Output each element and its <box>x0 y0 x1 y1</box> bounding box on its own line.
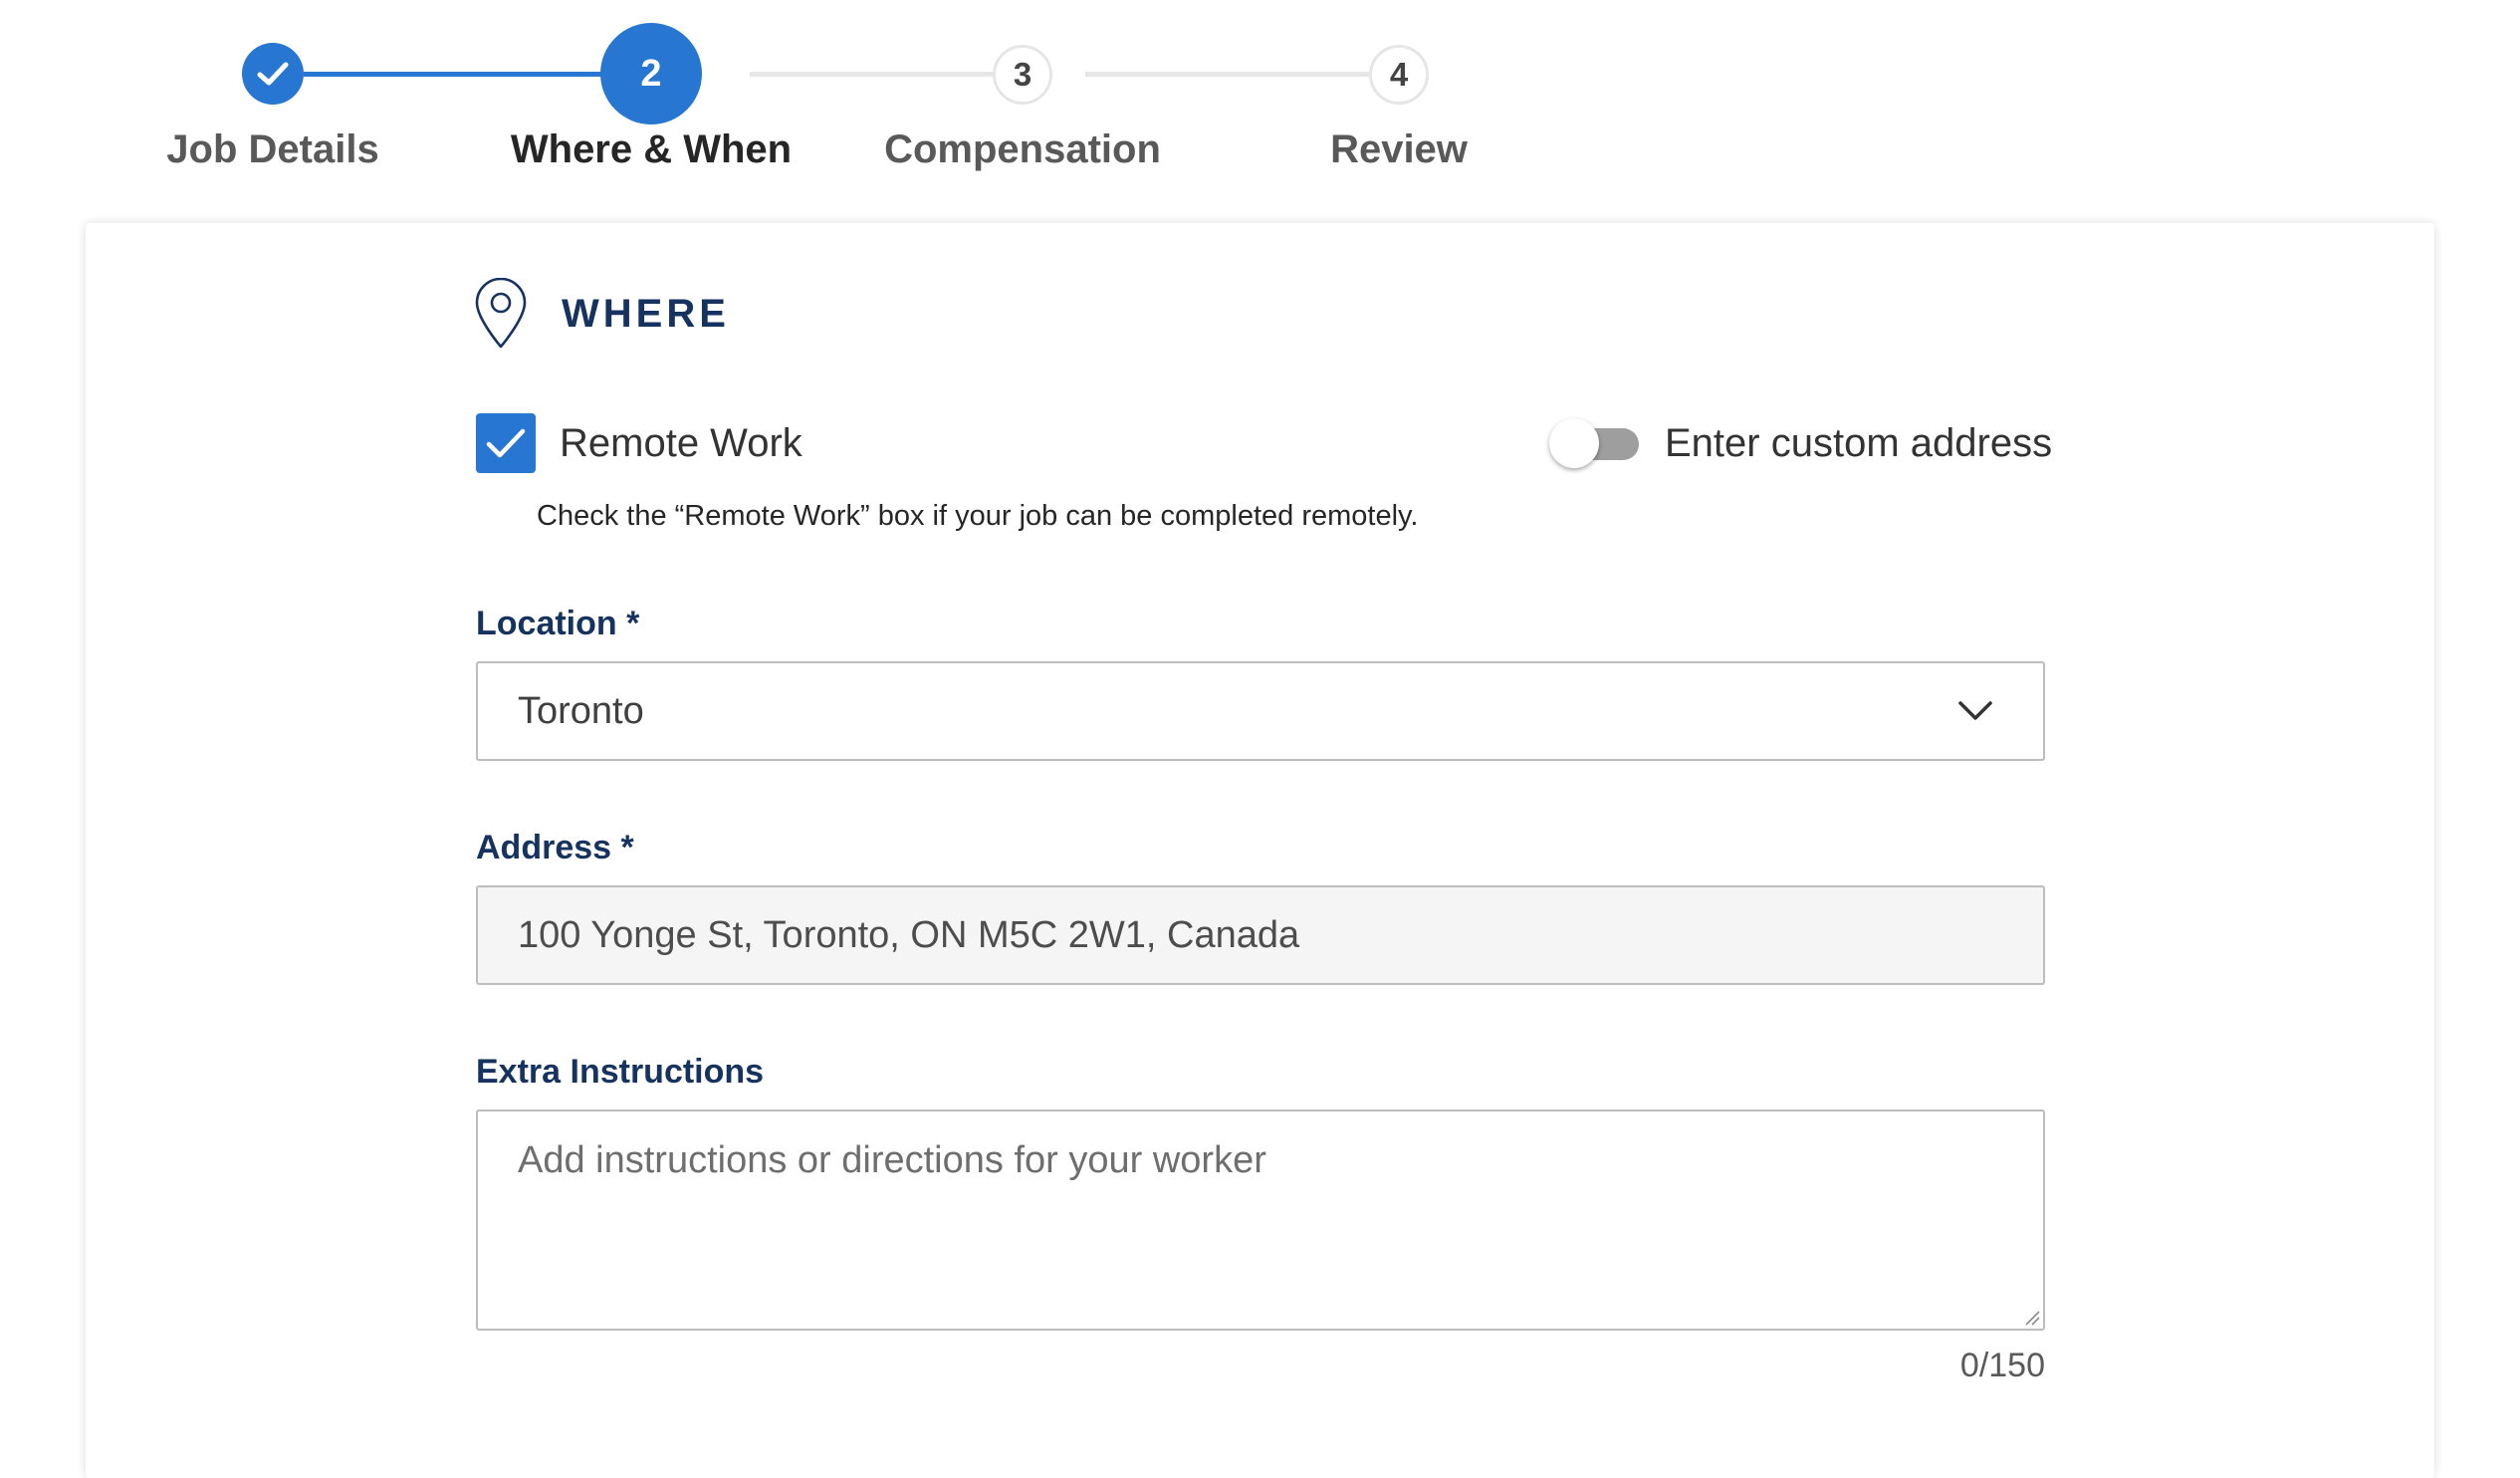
section-title: WHERE <box>562 291 730 336</box>
custom-address-label[interactable]: Enter custom address <box>1665 421 2052 466</box>
location-select[interactable]: Toronto <box>476 661 2045 761</box>
custom-address-row: Enter custom address <box>1549 418 2052 468</box>
extra-instructions-placeholder: Add instructions or directions for your … <box>518 1139 1266 1181</box>
address-field[interactable]: 100 Yonge St, Toronto, ON M5C 2W1, Canad… <box>476 885 2045 985</box>
step-connector-2-3 <box>750 72 1026 77</box>
where-section-header: WHERE <box>472 278 730 350</box>
remote-work-row: Remote Work <box>476 413 802 473</box>
progress-stepper: 2 3 4 Job Details Where & When Compensat… <box>0 0 2520 199</box>
location-label: Location * <box>476 605 640 642</box>
step-3-indicator[interactable]: 3 <box>993 45 1052 105</box>
checkmark-icon <box>486 428 526 458</box>
step-2-indicator[interactable]: 2 <box>600 23 702 124</box>
step-1-complete-indicator[interactable] <box>242 43 304 105</box>
step-4-label[interactable]: Review <box>1220 127 1578 172</box>
extra-instructions-textarea[interactable]: Add instructions or directions for your … <box>476 1109 2045 1331</box>
resize-handle-icon[interactable] <box>2022 1308 2040 1326</box>
toggle-knob <box>1549 418 1599 468</box>
step-3-label[interactable]: Compensation <box>843 127 1202 172</box>
step-2-label[interactable]: Where & When <box>472 127 830 172</box>
remote-work-checkbox[interactable] <box>476 413 536 473</box>
checkmark-icon <box>257 62 289 86</box>
extra-instructions-label: Extra Instructions <box>476 1053 765 1091</box>
chevron-down-icon <box>1958 701 1992 720</box>
remote-work-helper-text: Check the “Remote Work” box if your job … <box>537 500 1419 532</box>
remote-work-label[interactable]: Remote Work <box>560 421 802 466</box>
map-pin-icon <box>475 278 527 349</box>
step-connector-3-4 <box>1085 72 1372 77</box>
step-4-indicator[interactable]: 4 <box>1369 45 1429 105</box>
character-counter: 0/150 <box>1959 1347 2045 1384</box>
where-card: WHERE Remote Work Enter custom address C… <box>86 223 2434 1478</box>
address-value: 100 Yonge St, Toronto, ON M5C 2W1, Canad… <box>518 913 1300 956</box>
address-label: Address * <box>476 829 634 866</box>
step-1-label[interactable]: Job Details <box>94 127 452 172</box>
location-value: Toronto <box>518 689 644 732</box>
custom-address-toggle[interactable] <box>1549 418 1641 468</box>
